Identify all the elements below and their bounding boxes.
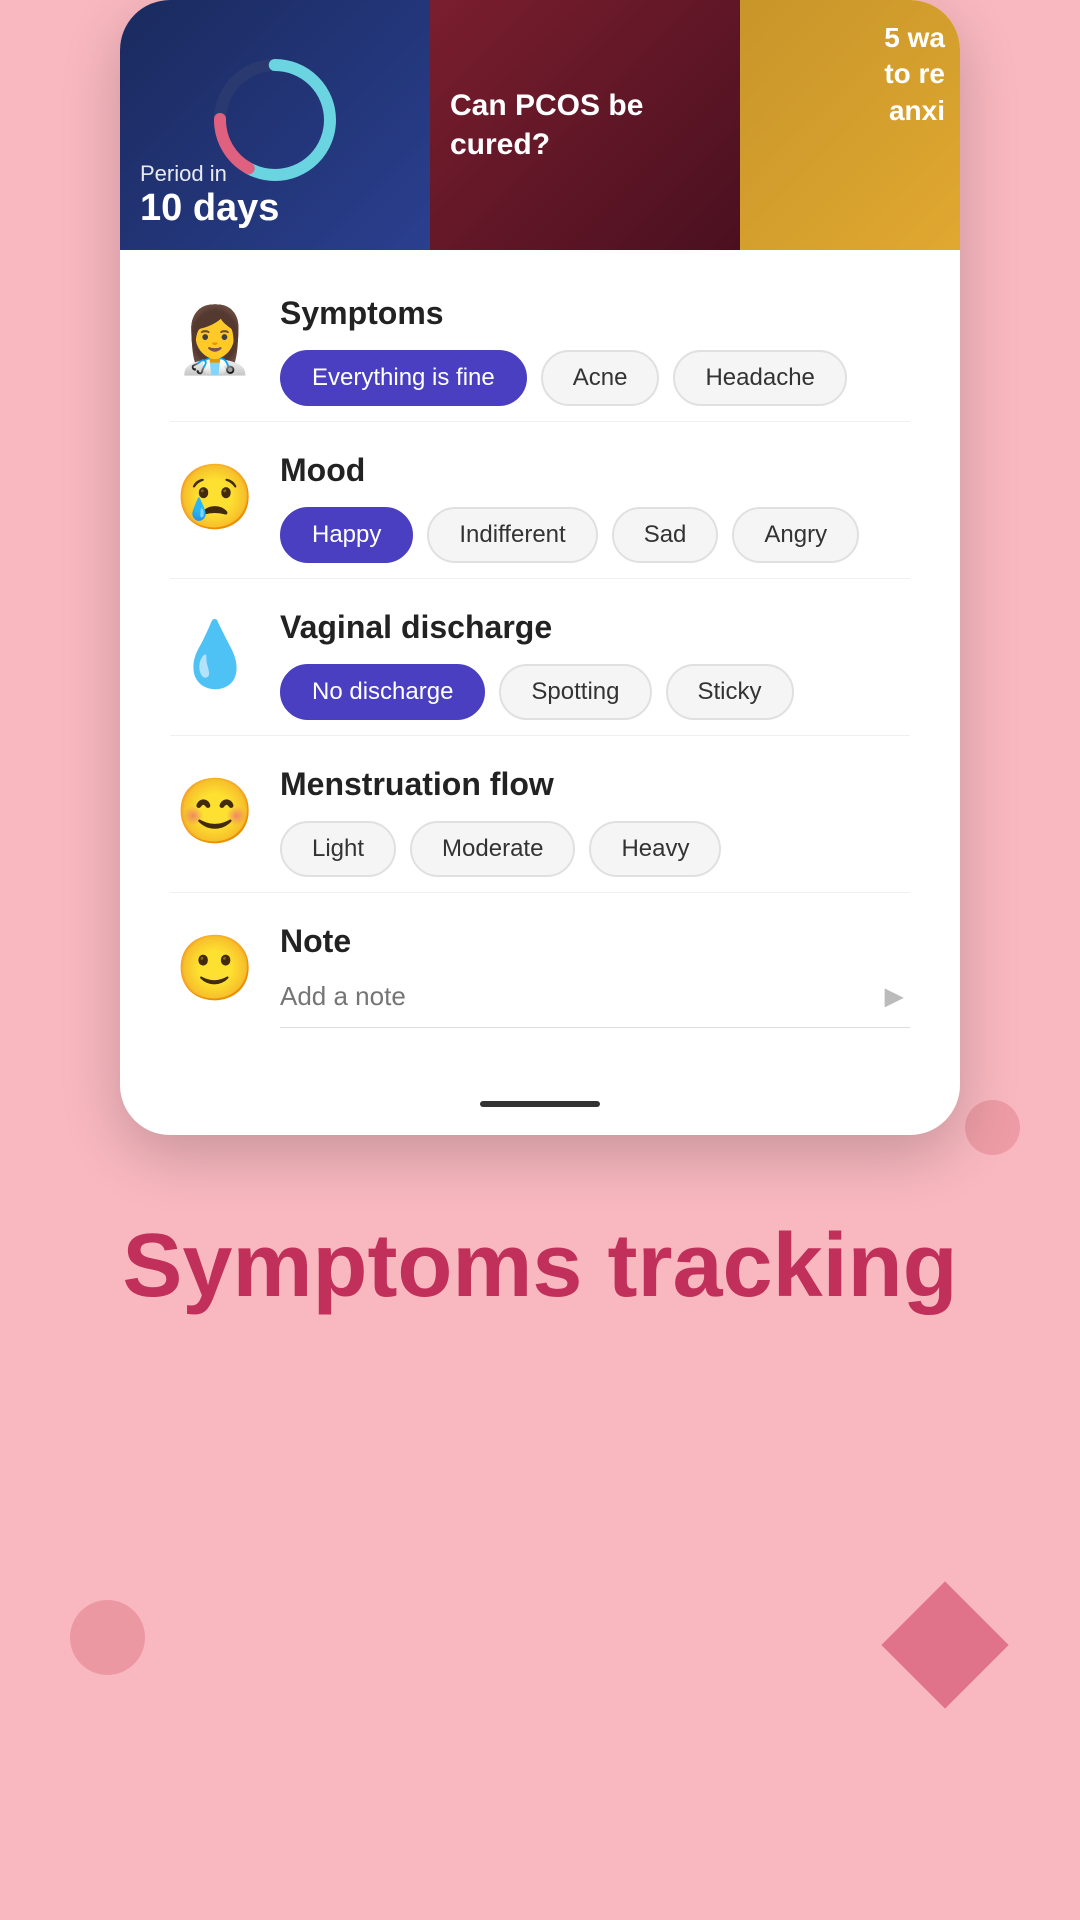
marketing-section: Symptoms tracking [0,1135,1080,1419]
tag-headache[interactable]: Headache [673,350,846,406]
flow-content: Menstruation flow Light Moderate Heavy [280,766,910,877]
tag-happy[interactable]: Happy [280,507,413,563]
note-input-area: ► [280,978,910,1028]
mood-title: Mood [280,452,910,489]
tag-light[interactable]: Light [280,821,396,877]
note-content: Note ► [280,923,910,1028]
discharge-content: Vaginal discharge No discharge Spotting … [280,609,910,720]
tag-spotting[interactable]: Spotting [499,664,651,720]
period-card[interactable]: Period in 10 days [120,0,430,250]
tag-no-discharge[interactable]: No discharge [280,664,485,720]
anxiety-text: 5 wato reanxi [884,20,945,129]
flow-icon: 😊 [170,766,260,856]
divider-1 [170,421,910,422]
note-section: 🙂 Note ► [170,898,910,1028]
tag-moderate[interactable]: Moderate [410,821,575,877]
flow-title: Menstruation flow [280,766,910,803]
tag-indifferent[interactable]: Indifferent [427,507,597,563]
bg-decoration-circle-top [965,1100,1020,1155]
anxiety-card[interactable]: 5 wato reanxi [740,0,960,250]
period-text: Period in 10 days [140,161,279,230]
note-icon: 🙂 [170,923,260,1013]
discharge-tags: No discharge Spotting Sticky [280,664,910,720]
note-input[interactable] [280,981,878,1012]
symptoms-section: 👩‍⚕️ Symptoms Everything is fine Acne He… [170,270,910,406]
symptoms-icon: 👩‍⚕️ [170,295,260,385]
bottom-bar [120,1083,960,1135]
tag-acne[interactable]: Acne [541,350,660,406]
marketing-title: Symptoms tracking [80,1215,1000,1319]
flow-section: 😊 Menstruation flow Light Moderate Heavy [170,741,910,877]
divider-4 [170,892,910,893]
flow-tags: Light Moderate Heavy [280,821,910,877]
mood-tags: Happy Indifferent Sad Angry [280,507,910,563]
pcos-card[interactable]: Can PCOS be cured? [430,0,740,250]
send-icon[interactable]: ► [878,978,910,1015]
period-label: Period in [140,161,279,187]
content-area: 👩‍⚕️ Symptoms Everything is fine Acne He… [120,250,960,1083]
mood-icon: 😢 [170,452,260,542]
mood-content: Mood Happy Indifferent Sad Angry [280,452,910,563]
pcos-text: Can PCOS be cured? [450,86,720,164]
discharge-section: 💧 Vaginal discharge No discharge Spottin… [170,584,910,720]
period-days: 10 days [140,187,279,230]
symptoms-tags: Everything is fine Acne Headache [280,350,910,406]
discharge-icon: 💧 [170,609,260,699]
bg-decoration-diamond [881,1581,1008,1708]
phone-card: Period in 10 days Can PCOS be cured? 5 w… [120,0,960,1135]
discharge-title: Vaginal discharge [280,609,910,646]
tag-heavy[interactable]: Heavy [589,821,721,877]
home-indicator [480,1101,600,1107]
mood-section: 😢 Mood Happy Indifferent Sad Angry [170,427,910,563]
tag-angry[interactable]: Angry [732,507,859,563]
top-cards-row: Period in 10 days Can PCOS be cured? 5 w… [120,0,960,250]
divider-3 [170,735,910,736]
note-title: Note [280,923,910,960]
tag-sad[interactable]: Sad [612,507,719,563]
symptoms-title: Symptoms [280,295,910,332]
bg-decoration-circle-bottom [70,1600,145,1675]
tag-sticky[interactable]: Sticky [666,664,794,720]
symptoms-content: Symptoms Everything is fine Acne Headach… [280,295,910,406]
divider-2 [170,578,910,579]
tag-everything-fine[interactable]: Everything is fine [280,350,527,406]
